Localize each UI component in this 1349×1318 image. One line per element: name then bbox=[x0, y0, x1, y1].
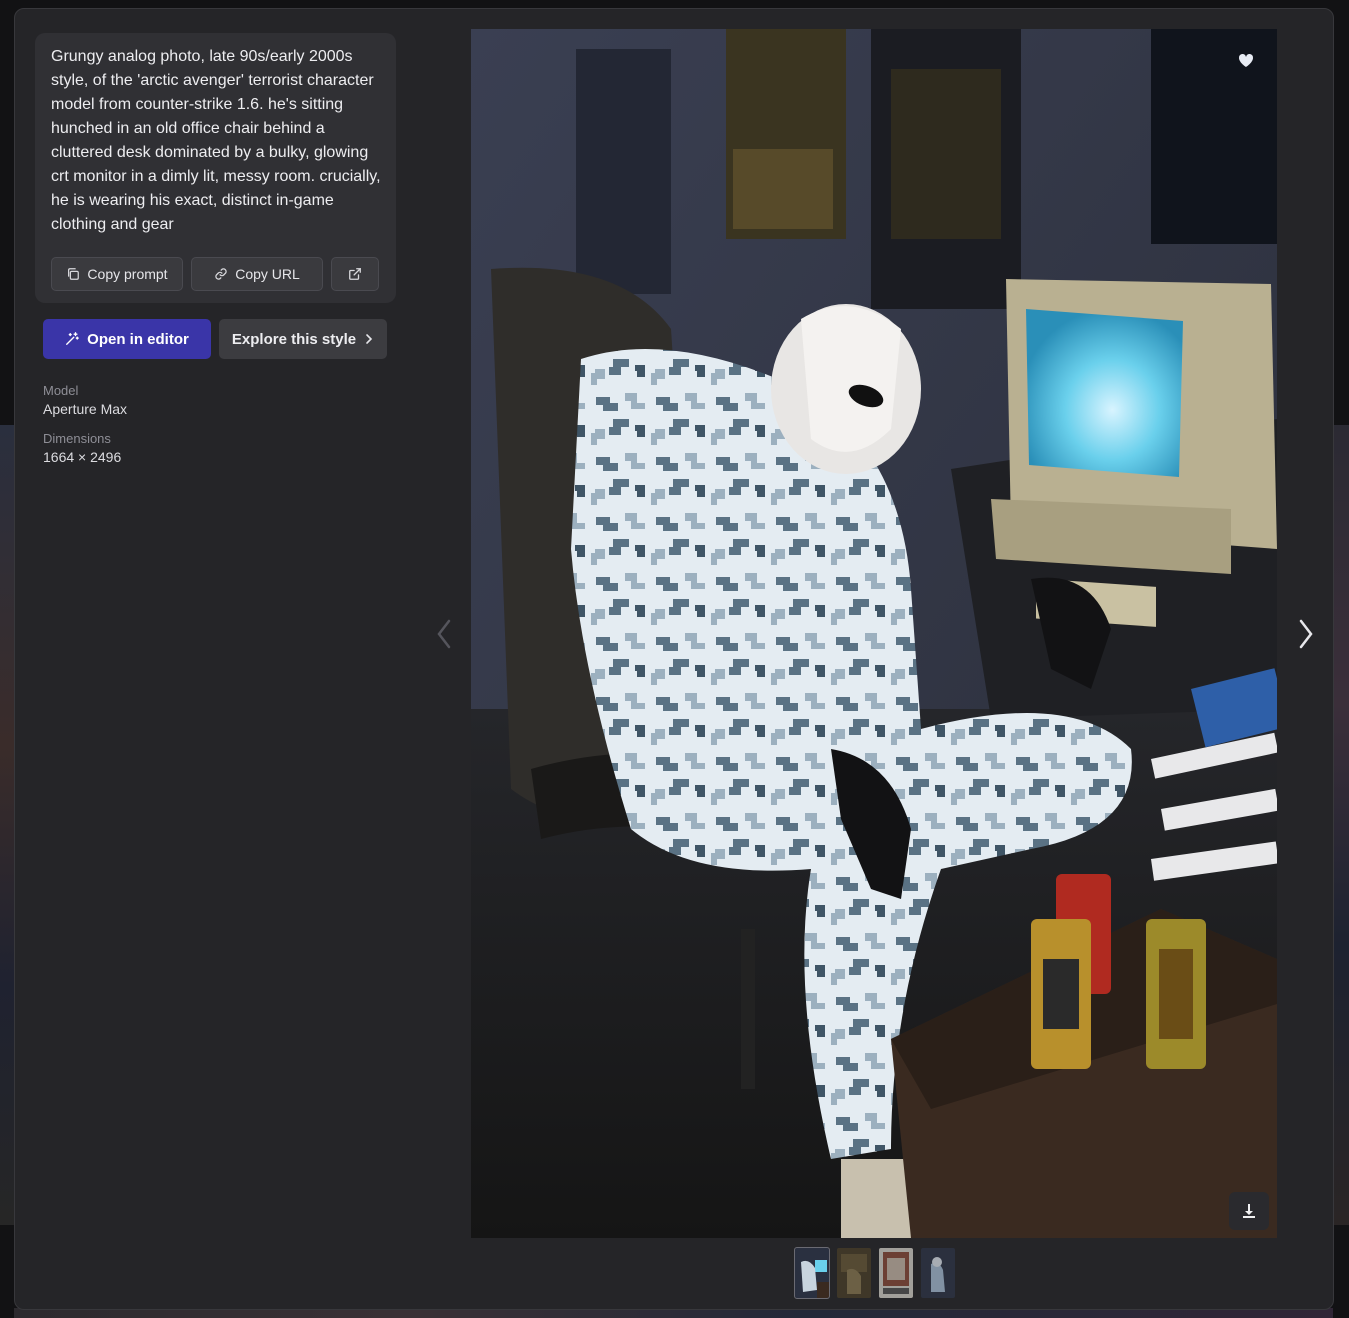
dimensions-value: 1664 × 2496 bbox=[43, 449, 122, 465]
main-generated-image bbox=[471, 29, 1277, 1238]
chevron-right-icon bbox=[366, 334, 373, 344]
thumbnail-1-image bbox=[795, 1248, 829, 1298]
external-link-icon bbox=[349, 268, 361, 280]
background-gallery-right bbox=[1333, 425, 1349, 1225]
next-image-button[interactable] bbox=[1291, 614, 1321, 654]
thumbnail-2-image bbox=[837, 1248, 871, 1298]
heart-icon bbox=[1238, 53, 1254, 67]
link-icon bbox=[215, 268, 227, 280]
model-value: Aperture Max bbox=[43, 401, 128, 417]
thumbnail-4[interactable] bbox=[921, 1248, 955, 1298]
thumbnail-1[interactable] bbox=[794, 1247, 830, 1299]
magic-wand-icon bbox=[66, 332, 79, 345]
explore-style-label: Explore this style bbox=[231, 330, 357, 348]
copy-url-button[interactable]: Copy URL bbox=[191, 257, 323, 291]
thumbnail-3-image bbox=[879, 1248, 913, 1298]
prompt-text: Grungy analog photo, late 90s/early 2000… bbox=[51, 48, 381, 233]
thumbnail-2[interactable] bbox=[837, 1248, 871, 1298]
favorite-button[interactable] bbox=[1233, 47, 1259, 73]
chevron-left-icon bbox=[437, 619, 451, 649]
copy-prompt-button[interactable]: Copy prompt bbox=[51, 257, 183, 291]
thumbnail-4-image bbox=[921, 1248, 955, 1298]
chevron-right-icon bbox=[1299, 619, 1313, 649]
copy-icon bbox=[68, 268, 80, 280]
background-gallery-left bbox=[0, 425, 14, 1225]
dimensions-label: Dimensions bbox=[43, 431, 111, 446]
download-icon bbox=[1243, 1204, 1255, 1218]
open-in-editor-button[interactable]: Open in editor bbox=[43, 319, 211, 359]
copy-url-label: Copy URL bbox=[235, 266, 300, 282]
explore-style-button[interactable]: Explore this style bbox=[219, 319, 387, 359]
thumbnail-strip bbox=[794, 1247, 955, 1299]
image-detail-modal: Grungy analog photo, late 90s/early 2000… bbox=[14, 8, 1334, 1310]
model-label: Model bbox=[43, 383, 79, 398]
thumbnail-3[interactable] bbox=[879, 1248, 913, 1298]
generated-image-illustration bbox=[471, 29, 1277, 1238]
open-in-new-tab-button[interactable] bbox=[331, 257, 379, 291]
prompt-card: Grungy analog photo, late 90s/early 2000… bbox=[35, 33, 396, 303]
download-button[interactable] bbox=[1229, 1192, 1269, 1230]
previous-image-button[interactable] bbox=[429, 614, 459, 654]
copy-prompt-label: Copy prompt bbox=[87, 266, 168, 282]
open-in-editor-label: Open in editor bbox=[87, 330, 189, 348]
